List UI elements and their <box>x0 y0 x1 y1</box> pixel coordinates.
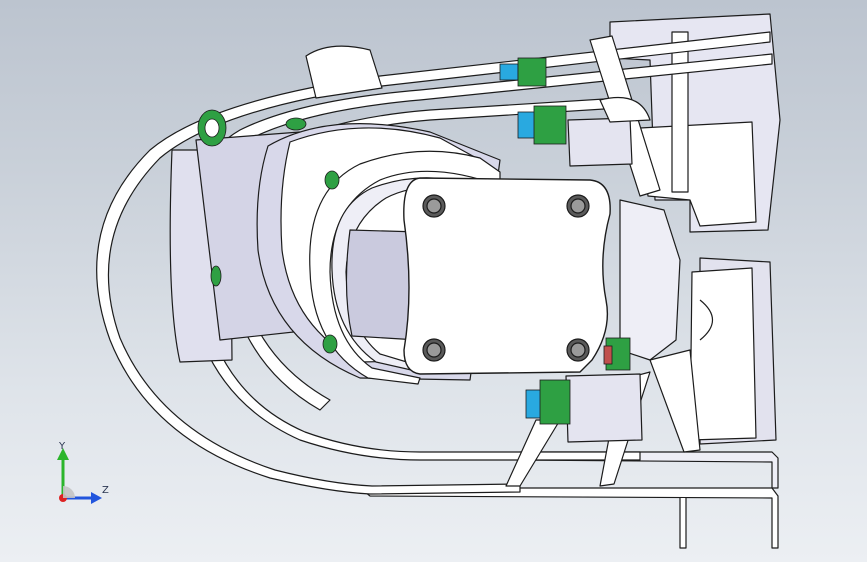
bolt-right-mid <box>603 337 631 371</box>
triad-origin-quarter-icon <box>63 486 75 498</box>
graphics-viewport[interactable]: Y Z <box>0 0 867 562</box>
triad-axes-graphic <box>57 448 102 504</box>
cad-model-assembly[interactable] <box>0 0 867 562</box>
bolt-strap-mid <box>285 117 307 131</box>
coordinate-triad: Y Z <box>46 438 126 512</box>
bolt-top-left <box>517 105 567 145</box>
base-plate[interactable] <box>359 451 779 549</box>
bolt-left-strap <box>197 109 227 147</box>
bolt-bottom-left <box>525 379 571 425</box>
z-axis-arrow-icon <box>91 492 102 504</box>
triad-y-label: Y <box>59 441 66 452</box>
triad-z-label: Z <box>102 485 109 496</box>
clamp-plate[interactable] <box>403 177 611 375</box>
